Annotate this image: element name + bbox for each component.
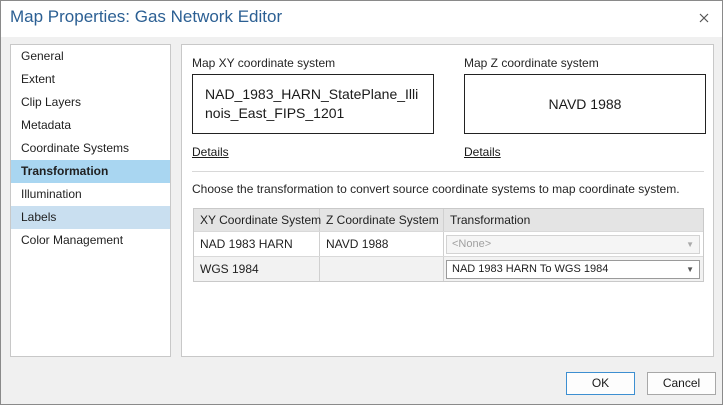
dialog-title: Map Properties: Gas Network Editor [10,7,283,26]
column-header-xy[interactable]: XY Coordinate System [194,209,321,231]
chevron-down-icon: ▼ [686,265,694,274]
sidebar-item-coordinate-systems[interactable]: Coordinate Systems [11,137,170,160]
z-system-value: NAVD 1988 [548,95,622,112]
row-transformation-cell: NAD 1983 HARN To WGS 1984 ▼ [444,257,703,281]
column-header-transformation[interactable]: Transformation [444,209,703,231]
transformation-dropdown-value: NAD 1983 HARN To WGS 1984 [452,263,609,275]
transformation-dropdown: <None> ▼ [446,235,700,254]
sidebar-item-extent[interactable]: Extent [11,68,170,91]
sidebar: General Extent Clip Layers Metadata Coor… [10,44,171,357]
sidebar-item-clip-layers[interactable]: Clip Layers [11,91,170,114]
title-bar: Map Properties: Gas Network Editor [1,1,722,37]
column-header-z[interactable]: Z Coordinate System [320,209,444,231]
row-xy-cell: NAD 1983 HARN [194,232,320,256]
xy-system-box: NAD_1983_HARN_StatePlane_Illinois_East_F… [192,74,434,134]
z-details-link[interactable]: Details [464,145,501,159]
transformation-dropdown-value: <None> [452,238,492,250]
ok-button[interactable]: OK [566,372,635,395]
xy-system-value: NAD_1983_HARN_StatePlane_Illinois_East_F… [205,86,419,121]
row-transformation-cell: <None> ▼ [444,232,703,256]
transformation-table: XY Coordinate System Z Coordinate System… [193,208,704,282]
table-row: WGS 1984 NAD 1983 HARN To WGS 1984 ▼ [194,256,703,281]
row-z-cell: NAVD 1988 [320,232,444,256]
transformation-panel: Map XY coordinate system NAD_1983_HARN_S… [181,44,714,357]
sidebar-item-color-management[interactable]: Color Management [11,229,170,252]
row-xy-cell: WGS 1984 [194,257,320,281]
table-header: XY Coordinate System Z Coordinate System… [194,209,703,231]
sidebar-item-illumination[interactable]: Illumination [11,183,170,206]
sidebar-item-transformation[interactable]: Transformation [11,160,170,183]
sidebar-item-general[interactable]: General [11,45,170,68]
z-system-label: Map Z coordinate system [464,56,599,70]
sidebar-item-metadata[interactable]: Metadata [11,114,170,137]
sidebar-item-labels[interactable]: Labels [11,206,170,229]
close-icon [696,10,712,26]
transformation-dropdown[interactable]: NAD 1983 HARN To WGS 1984 ▼ [446,260,700,279]
close-button[interactable] [696,10,712,26]
instructions-text: Choose the transformation to convert sou… [192,182,680,196]
table-row: NAD 1983 HARN NAVD 1988 <None> ▼ [194,231,703,256]
xy-details-link[interactable]: Details [192,145,229,159]
map-properties-dialog: Map Properties: Gas Network Editor Gener… [0,0,723,405]
cancel-button[interactable]: Cancel [647,372,716,395]
xy-system-label: Map XY coordinate system [192,56,336,70]
divider [192,171,704,172]
z-system-box: NAVD 1988 [464,74,706,134]
row-z-cell [320,257,444,281]
chevron-down-icon: ▼ [686,240,694,249]
